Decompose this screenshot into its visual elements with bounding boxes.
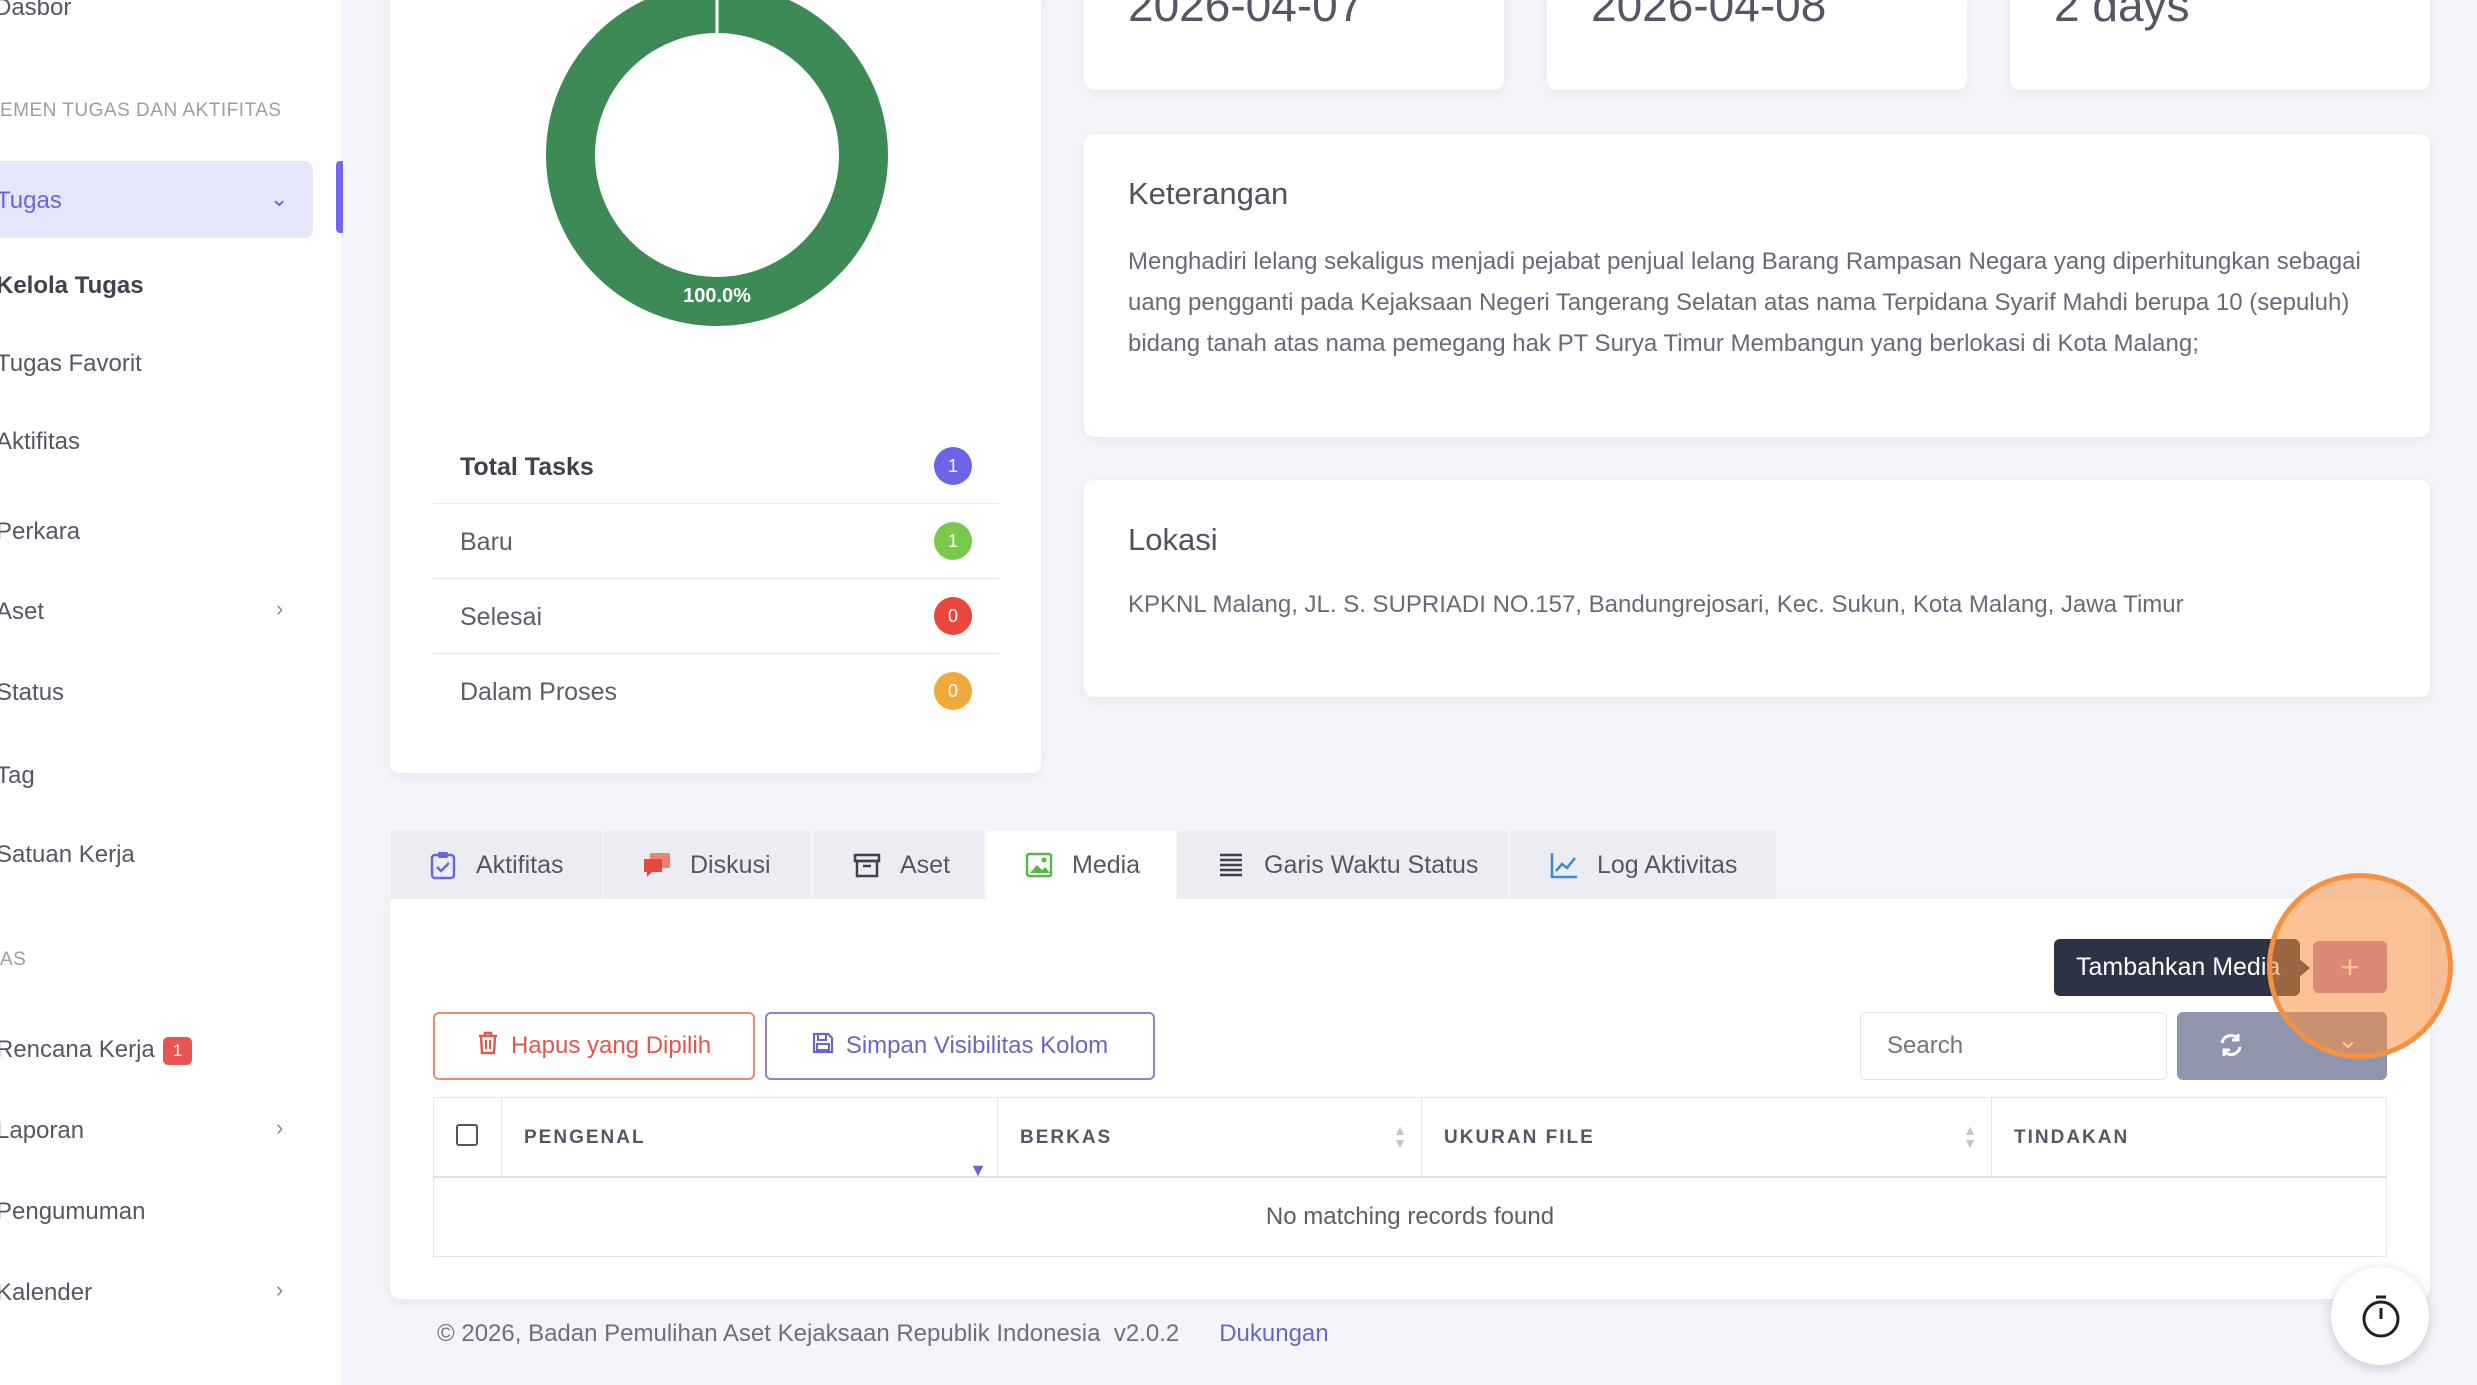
count-badge: 1: [934, 522, 972, 560]
column-label: PENGENAL: [524, 1127, 646, 1148]
sort-icon: ▲ ▼: [1963, 1122, 1979, 1151]
select-all-checkbox[interactable]: [456, 1124, 478, 1146]
count-badge: 1: [162, 1036, 193, 1065]
description-text: Menghadiri lelang sekaligus menjadi peja…: [1128, 248, 2361, 357]
search-input[interactable]: [1860, 1012, 2167, 1080]
task-label: Selesai: [460, 603, 542, 631]
tab-aktifitas[interactable]: Aktifitas: [390, 831, 602, 899]
sidebar-item-aset[interactable]: Aset: [0, 598, 44, 626]
tab-label: Diskusi: [690, 850, 771, 879]
trash-icon: [477, 1031, 499, 1062]
task-label: Total Tasks: [460, 453, 594, 481]
image-icon: [1024, 850, 1054, 880]
start-date-card: 2026-04-07: [1084, 0, 1504, 90]
task-row-total: Total Tasks 1: [433, 429, 999, 504]
active-indicator: [336, 161, 343, 233]
task-row: Baru 1: [433, 504, 999, 579]
tab-log-aktivitas[interactable]: Log Aktivitas: [1511, 831, 1776, 899]
sidebar-item-tugas-favorit[interactable]: Tugas Favorit: [0, 350, 142, 378]
sidebar-section-as: AS: [0, 949, 27, 970]
count-badge: 0: [934, 672, 972, 710]
sidebar-item-tag[interactable]: Tag: [0, 762, 35, 790]
description-title: Keterangan: [1128, 176, 1289, 211]
task-label: Dalam Proses: [460, 678, 617, 706]
location-card: Lokasi KPKNL Malang, JL. S. SUPRIADI NO.…: [1084, 480, 2430, 697]
column-header-ukuran-file[interactable]: UKURAN FILE ▲ ▼: [1422, 1098, 1992, 1178]
chat-bubbles-icon: [642, 850, 672, 880]
sidebar-item-rencana-kerja[interactable]: Rencana Kerja 1: [0, 1036, 193, 1065]
chevron-down-icon: ⌄: [270, 186, 289, 211]
duration-card: 2 days: [2010, 0, 2430, 90]
tab-label: Log Aktivitas: [1597, 850, 1738, 879]
sidebar-item-dasbor[interactable]: Dasbor: [0, 0, 71, 22]
sidebar-section-tasks: EMEN TUGAS DAN AKTIFITAS: [0, 100, 282, 121]
sidebar-item-kelola-tugas[interactable]: Kelola Tugas: [0, 272, 144, 300]
tab-label: Garis Waktu Status: [1264, 850, 1479, 879]
tab-label: Aset: [900, 850, 951, 879]
column-label: BERKAS: [1020, 1127, 1113, 1148]
chevron-right-icon: ›: [276, 596, 284, 621]
pie-data-label: 100.0%: [683, 285, 751, 307]
chevron-right-icon: ›: [276, 1115, 284, 1140]
list-lines-icon: [1216, 850, 1246, 880]
duration: 2 days: [2054, 0, 2190, 31]
button-label: Simpan Visibilitas Kolom: [845, 1032, 1109, 1059]
timer-button[interactable]: [2331, 1267, 2429, 1365]
description-card: Keterangan Menghadiri lelang sekaligus m…: [1084, 134, 2430, 437]
add-media-tooltip: Tambahkan Media: [2054, 939, 2300, 996]
tab-diskusi[interactable]: Diskusi: [604, 831, 811, 899]
count-badge: 1: [934, 447, 972, 485]
button-label: Hapus yang Dipilih: [510, 1032, 712, 1059]
task-row: Selesai 0: [433, 579, 999, 654]
sidebar: Dasbor EMEN TUGAS DAN AKTIFITAS Tugas ⌄ …: [0, 0, 343, 1385]
column-header-pengenal[interactable]: PENGENAL ▼: [502, 1098, 998, 1180]
clipboard-check-icon: [428, 850, 458, 880]
version-text: v2.0.2: [1113, 1320, 1180, 1347]
chevron-right-icon: ›: [276, 1277, 284, 1302]
select-all-cell: [434, 1098, 502, 1178]
line-chart-icon: [1549, 850, 1579, 880]
footer: © 2026, Badan Pemulihan Aset Kejaksaan R…: [437, 1320, 1329, 1348]
archive-box-icon: [852, 850, 882, 880]
tab-label: Aktifitas: [476, 850, 564, 879]
count-badge: 0: [934, 597, 972, 635]
sidebar-item-perkara[interactable]: Perkara: [0, 518, 80, 546]
floppy-disk-icon: [812, 1032, 834, 1061]
support-link[interactable]: Dukungan: [1219, 1320, 1328, 1347]
column-label: TINDAKAN: [2014, 1127, 2130, 1148]
task-label: Baru: [460, 528, 513, 556]
sidebar-item-tugas[interactable]: Tugas: [0, 187, 62, 215]
start-date: 2026-04-07: [1128, 0, 1364, 31]
column-header-tindakan: TINDAKAN: [1992, 1098, 2386, 1178]
stopwatch-icon: [2360, 1294, 2402, 1343]
empty-table-message: No matching records found: [1265, 1203, 1555, 1230]
column-header-berkas[interactable]: BERKAS ▲ ▼: [998, 1098, 1422, 1178]
sidebar-item-pengumuman[interactable]: Pengumuman: [0, 1198, 145, 1226]
pie-slice: [546, 0, 888, 326]
column-label: UKURAN FILE: [1444, 1127, 1595, 1148]
delete-selected-button[interactable]: Hapus yang Dipilih: [433, 1012, 755, 1080]
sidebar-item-label: Rencana Kerja: [0, 1036, 155, 1063]
sidebar-item-kalender[interactable]: Kalender: [0, 1279, 92, 1307]
tab-garis-waktu-status[interactable]: Garis Waktu Status: [1178, 831, 1508, 899]
end-date: 2026-04-08: [1591, 0, 1827, 31]
sidebar-item-status[interactable]: Status: [0, 679, 64, 707]
donut-chart: 100.0%: [546, 0, 888, 326]
sidebar-item-satuan-kerja[interactable]: Satuan Kerja: [0, 841, 135, 869]
save-column-visibility-button[interactable]: Simpan Visibilitas Kolom: [765, 1012, 1155, 1080]
tab-aset[interactable]: Aset: [814, 831, 984, 899]
location-title: Lokasi: [1128, 522, 1218, 557]
sidebar-item-aktifitas[interactable]: Aktifitas: [0, 428, 80, 456]
media-table: PENGENAL ▼ BERKAS ▲ ▼ UKURAN FILE ▲ ▼ TIND…: [433, 1097, 2387, 1257]
sidebar-item-laporan[interactable]: Laporan: [0, 1117, 84, 1145]
tab-media[interactable]: Media: [986, 831, 1176, 899]
sort-icon: ▲ ▼: [1393, 1122, 1409, 1151]
refresh-icon: [2217, 1031, 2245, 1066]
end-date-card: 2026-04-08: [1547, 0, 1967, 90]
tab-label: Media: [1072, 850, 1141, 879]
click-highlight: [2267, 873, 2453, 1059]
location-text: KPKNL Malang, JL. S. SUPRIADI NO.157, Ba…: [1128, 591, 2184, 618]
copyright-text: © 2026, Badan Pemulihan Aset Kejaksaan R…: [437, 1320, 1101, 1347]
task-row: Dalam Proses 0: [433, 654, 999, 729]
